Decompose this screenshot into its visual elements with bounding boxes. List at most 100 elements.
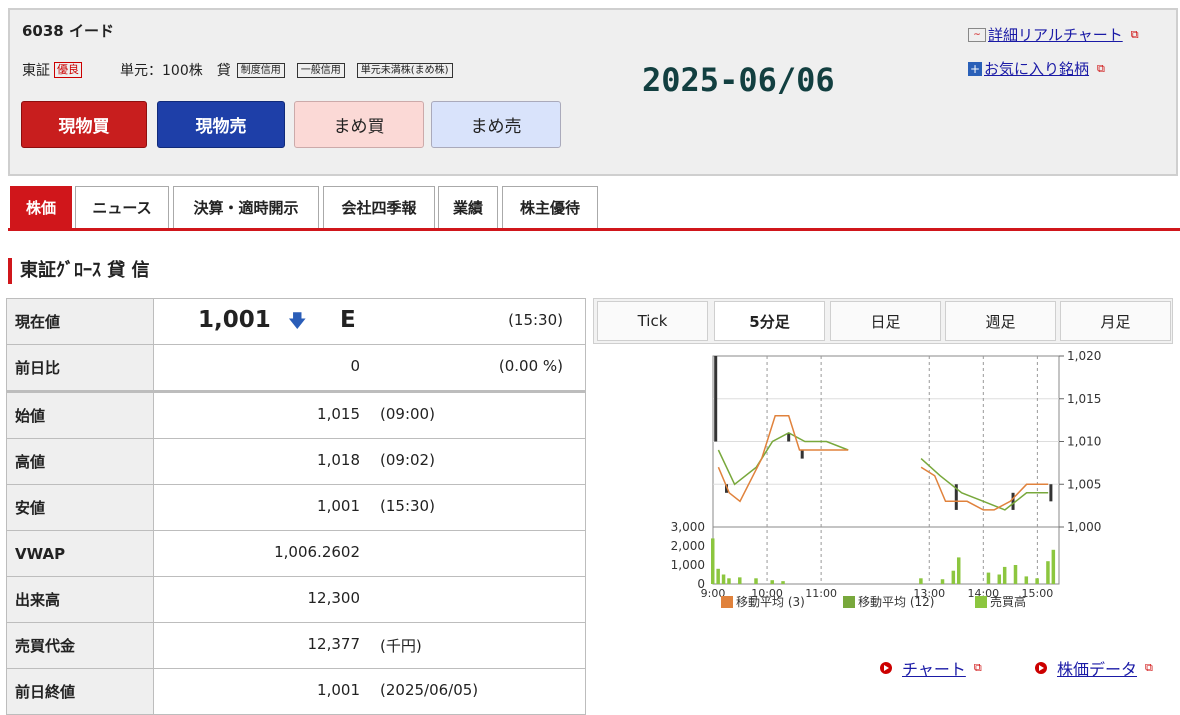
tab-disclosure[interactable]: 決算・適時開示: [173, 186, 319, 228]
down-arrow-icon: 🡇: [288, 311, 307, 332]
tab-shikiho[interactable]: 会社四季報: [323, 186, 435, 228]
chart-tab-tick[interactable]: Tick: [597, 301, 708, 341]
volume-bar: [727, 578, 731, 584]
table-row: 前日比 0 (0.00 %): [6, 344, 586, 393]
realtime-chart-label[interactable]: 詳細リアルチャート: [988, 24, 1123, 45]
price-data-link[interactable]: 株価データ ⧉: [1035, 656, 1153, 680]
tag-mame: 単元未満株(まめ株): [356, 62, 453, 78]
row-label: VWAP: [6, 530, 154, 577]
table-row: 安値 1,001 (15:30): [6, 484, 586, 531]
intraday-chart: 1,020 1,015 1,010 1,005 1,000 3,000 2,000 1,000…: [671, 349, 1102, 609]
chart-link[interactable]: チャート ⧉: [880, 656, 982, 680]
chart-tab-daily[interactable]: 日足: [830, 301, 941, 341]
volume-bar: [711, 538, 715, 584]
volume-bar: [1051, 549, 1056, 584]
external-window-icon: ⧉: [1145, 661, 1153, 674]
candle: [800, 450, 804, 459]
external-window-icon: ⧉: [1130, 27, 1139, 41]
volume-tick-label: 1,000: [671, 558, 705, 572]
tab-news[interactable]: ニュース: [75, 186, 169, 228]
lend-label: 貸: [216, 63, 231, 79]
plus-icon: +: [968, 61, 982, 76]
price-flag: E: [340, 307, 356, 333]
time-tick-label: 11:00: [805, 587, 837, 600]
volume-bar: [754, 578, 758, 584]
volume-tick-label: 2,000: [671, 539, 705, 553]
row-note: (15:30): [380, 497, 435, 515]
plot-area: [712, 355, 1060, 585]
legend-label: 移動平均 (3): [736, 595, 805, 609]
unit-label: 単元：100株: [120, 63, 203, 79]
volume-bar: [721, 574, 726, 584]
row-note: (千円): [380, 637, 422, 655]
legend-label: 売買高: [990, 594, 1026, 609]
table-row: 出来高 12,300: [6, 576, 586, 623]
change-label: 前日比: [6, 344, 154, 393]
chart-tab-weekly[interactable]: 週足: [945, 301, 1056, 341]
price-tick-label: 1,020: [1067, 349, 1101, 363]
favorite-link[interactable]: + お気に入り銘柄 ⧉: [968, 58, 1105, 79]
volume-bar: [770, 580, 774, 584]
row-label: 売買代金: [6, 622, 154, 669]
row-value: 1,001: [317, 681, 360, 699]
change-value: 0: [350, 357, 360, 375]
volume-bar: [997, 574, 1002, 584]
tab-underline: [8, 228, 1180, 231]
row-note: (2025/06/05): [380, 681, 479, 699]
genbutsu-sell-button[interactable]: 現物売: [157, 101, 285, 148]
volume-bar: [919, 578, 923, 584]
row-note: (09:02): [380, 451, 435, 469]
tab-shareholder-benefits[interactable]: 株主優待: [502, 186, 598, 228]
row-note: (09:00): [380, 405, 435, 423]
market-tag: 優良: [54, 62, 82, 78]
current-price-time: (15:30): [508, 311, 563, 329]
volume-bar: [781, 581, 785, 584]
date-stamp: 2025-06/06: [642, 61, 835, 99]
volume-bar: [1046, 561, 1050, 584]
play-circle-icon: [880, 662, 892, 674]
genbutsu-buy-button[interactable]: 現物買: [21, 101, 147, 148]
chart-icon: ~: [968, 27, 986, 42]
volume-bar: [940, 579, 945, 584]
time-tick-label: 15:00: [1022, 587, 1054, 600]
volume-bar: [738, 577, 742, 584]
market-name: 東証: [22, 63, 50, 79]
price-tick-label: 1,005: [1067, 477, 1101, 491]
candle: [1011, 492, 1015, 510]
row-label: 安値: [6, 484, 154, 531]
mame-sell-button[interactable]: まめ売: [431, 101, 561, 148]
price-tick-label: 1,010: [1067, 435, 1101, 449]
row-label: 始値: [6, 391, 154, 439]
tag-seido: 制度信用: [236, 62, 285, 78]
chart-tab-5min[interactable]: 5分足: [714, 301, 825, 341]
row-value: 12,300: [307, 589, 361, 607]
row-label: 高値: [6, 438, 154, 485]
tab-stock-price[interactable]: 株価: [10, 186, 72, 228]
tab-performance[interactable]: 業績: [438, 186, 498, 228]
legend-swatch: [975, 596, 987, 608]
section-heading: 東証ｸﾞﾛｰｽ 貸 信: [8, 258, 150, 284]
price-tick-label: 1,015: [1067, 392, 1101, 406]
stock-title: 6038 イード: [22, 22, 114, 40]
chart-link-label[interactable]: チャート: [902, 656, 966, 680]
legend-label: 移動平均 (12): [858, 595, 934, 609]
volume-bar: [1035, 578, 1039, 584]
row-value: 1,018: [317, 451, 360, 469]
row-value: 1,001: [317, 497, 360, 515]
volume-bar: [1013, 565, 1018, 584]
current-price-label: 現在値: [6, 298, 154, 345]
price-tick-label: 1,000: [1067, 520, 1101, 534]
realtime-chart-link[interactable]: ~ 詳細リアルチャート ⧉: [968, 24, 1139, 45]
volume-bar: [956, 557, 961, 584]
table-row: 売買代金 12,377 (千円): [6, 622, 586, 669]
volume-bar: [1024, 576, 1029, 584]
volume-bar: [951, 570, 956, 584]
row-value: 12,377: [307, 635, 361, 653]
volume-bar: [986, 572, 991, 584]
mame-buy-button[interactable]: まめ買: [294, 101, 424, 148]
chart-tab-monthly[interactable]: 月足: [1060, 301, 1171, 341]
market-info: 東証 優良 単元：100株 貸 制度信用 一般信用 単元未満株(まめ株): [22, 60, 453, 80]
favorite-label[interactable]: お気に入り銘柄: [984, 58, 1089, 79]
row-value: 1,015: [317, 405, 360, 423]
price-data-link-label[interactable]: 株価データ: [1057, 656, 1137, 680]
